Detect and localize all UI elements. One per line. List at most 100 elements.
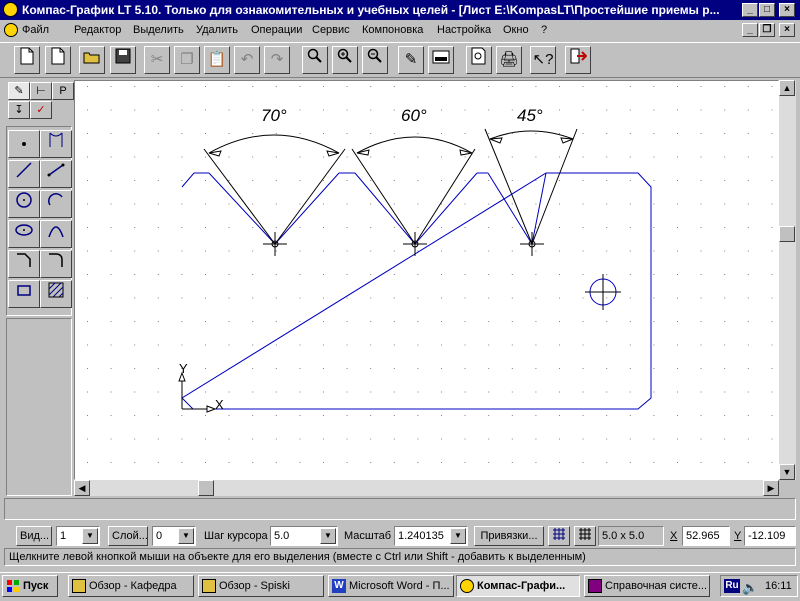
cursor-step-dropdown-arrow[interactable]: ▼ — [320, 528, 336, 544]
zoom-in-icon[interactable] — [332, 46, 358, 74]
open-icon[interactable] — [79, 46, 105, 74]
x-coord-field[interactable]: 52.965 — [682, 526, 730, 546]
app-icon[interactable] — [3, 2, 18, 17]
task-explorer-spiski[interactable]: Обзор - Spiski — [198, 575, 324, 597]
vertical-scrollbar[interactable]: ▲ ▼ — [779, 80, 796, 480]
drawing-canvas[interactable]: Y X 70° 60° 45° — [74, 80, 779, 480]
scroll-down-button[interactable]: ▼ — [779, 464, 795, 480]
task-word[interactable]: W Microsoft Word - П... — [328, 575, 454, 597]
new-sheet-icon[interactable] — [14, 46, 40, 74]
minimize-button[interactable]: _ — [742, 3, 758, 17]
hole[interactable] — [585, 274, 621, 310]
tool-hatch[interactable] — [40, 280, 72, 308]
snaps-button[interactable]: Привязки... — [474, 526, 544, 546]
task-help-system[interactable]: Справочная систе... — [584, 575, 710, 597]
notch-60[interactable] — [354, 172, 478, 245]
close-button[interactable]: × — [779, 3, 795, 17]
paste-icon[interactable]: 📋 — [204, 46, 230, 74]
help-pointer-icon[interactable]: ↖? — [530, 46, 556, 74]
language-indicator[interactable]: Ru — [724, 579, 740, 593]
zoom-out-icon[interactable] — [362, 46, 388, 74]
tool-rectangle[interactable] — [8, 280, 40, 308]
doc-restore-button[interactable]: ❐ — [759, 23, 775, 37]
tool-point[interactable] — [8, 130, 40, 158]
doc-icon[interactable] — [4, 23, 18, 37]
tool-ellipse[interactable] — [8, 220, 40, 248]
drawing-svg[interactable]: Y X 70° 60° 45° — [75, 81, 778, 479]
menu-service[interactable]: Сервис — [312, 24, 350, 36]
menu-delete[interactable]: Удалить — [196, 24, 238, 36]
scroll-up-button[interactable]: ▲ — [779, 80, 795, 96]
palette-tab-edit[interactable]: ↧ — [8, 101, 30, 119]
menu-file[interactable]: Файл — [22, 24, 49, 36]
empty-toolbar-row — [4, 498, 796, 520]
show-all-icon[interactable] — [428, 46, 454, 74]
speaker-icon[interactable]: 🔈 — [742, 578, 758, 598]
layer-dropdown-arrow[interactable]: ▼ — [178, 528, 194, 544]
new-fragment-icon[interactable] — [45, 46, 71, 74]
start-button[interactable]: Пуск — [2, 575, 58, 597]
menu-editor[interactable]: Редактор — [74, 24, 121, 36]
window-title: Компас-График LT 5.10. Только для ознако… — [22, 3, 720, 17]
horizontal-scrollbar[interactable]: ◀ ▶ — [74, 480, 779, 496]
start-label: Пуск — [23, 580, 49, 592]
palette-empty-area — [6, 318, 72, 496]
grid-size-field[interactable]: 5.0 x 5.0 — [598, 526, 664, 546]
menu-layout[interactable]: Компоновка — [362, 24, 423, 36]
copy-icon[interactable]: ❐ — [174, 46, 200, 74]
tool-fillet[interactable] — [40, 250, 72, 278]
task-label: Обзор - Spiski — [219, 580, 290, 592]
task-kompas-active[interactable]: Компас-Графи... — [456, 575, 580, 597]
undo-icon[interactable]: ↶ — [234, 46, 260, 74]
menu-help[interactable]: ? — [541, 24, 547, 36]
y-coord-field[interactable]: -12.109 — [744, 526, 796, 546]
task-explorer-kafedra[interactable]: Обзор - Кафедра — [68, 575, 194, 597]
print-preview-icon[interactable] — [466, 46, 492, 74]
palette-tab-dimensions[interactable]: ⊢ — [30, 82, 52, 100]
tool-circle[interactable] — [8, 190, 40, 218]
tool-polyline[interactable] — [40, 160, 72, 188]
maximize-button[interactable]: □ — [759, 3, 775, 17]
tool-spline[interactable] — [40, 220, 72, 248]
scroll-left-button[interactable]: ◀ — [74, 480, 90, 496]
doc-minimize-button[interactable]: _ — [742, 23, 758, 37]
angle-label-60: 60° — [401, 106, 427, 125]
zoom-window-icon[interactable] — [302, 46, 328, 74]
center-marks — [263, 232, 544, 256]
scale-dropdown-arrow[interactable]: ▼ — [450, 528, 466, 544]
palette-tab-select[interactable]: ✓ — [30, 101, 52, 119]
redo-icon[interactable]: ↷ — [264, 46, 290, 74]
y-coord-label: Y — [734, 530, 742, 542]
tool-auxiliary-line[interactable] — [40, 130, 72, 158]
word-icon: W — [332, 579, 346, 593]
status-bar: Щелкните левой кнопкой мыши на объекте д… — [4, 548, 796, 566]
cut-icon[interactable]: ✂ — [144, 46, 170, 74]
print-icon[interactable]: 🖨 — [496, 46, 522, 74]
save-icon[interactable] — [110, 46, 136, 74]
palette-tab-geometry[interactable]: ✎ — [8, 82, 30, 100]
horizontal-scroll-thumb[interactable] — [198, 480, 214, 496]
view-dropdown-arrow[interactable]: ▼ — [82, 528, 98, 544]
exit-icon[interactable] — [565, 46, 591, 74]
palette-tab-parameters[interactable]: P — [52, 82, 74, 100]
menu-select[interactable]: Выделить — [133, 24, 184, 36]
menu-window[interactable]: Окно — [503, 24, 529, 36]
windows-logo-icon — [6, 579, 20, 593]
explorer-icon — [72, 579, 86, 593]
doc-close-button[interactable]: × — [779, 23, 795, 37]
task-label: Обзор - Кафедра — [89, 580, 177, 592]
scale-label: Масштаб — [344, 530, 392, 542]
layer-button[interactable]: Слой... — [108, 526, 148, 546]
snap-grid-icon[interactable] — [548, 526, 570, 546]
tool-arc[interactable] — [40, 190, 72, 218]
grid-icon[interactable] — [574, 526, 596, 546]
scroll-right-button[interactable]: ▶ — [763, 480, 779, 496]
menu-settings[interactable]: Настройка — [437, 24, 491, 36]
view-button[interactable]: Вид... — [16, 526, 52, 546]
menu-operations[interactable]: Операции — [251, 24, 302, 36]
plate-outline[interactable] — [181, 172, 652, 410]
pan-icon[interactable]: ✎ — [398, 46, 424, 74]
vertical-scroll-thumb[interactable] — [779, 226, 795, 242]
tool-chamfer[interactable] — [8, 250, 40, 278]
tool-segment[interactable] — [8, 160, 40, 188]
